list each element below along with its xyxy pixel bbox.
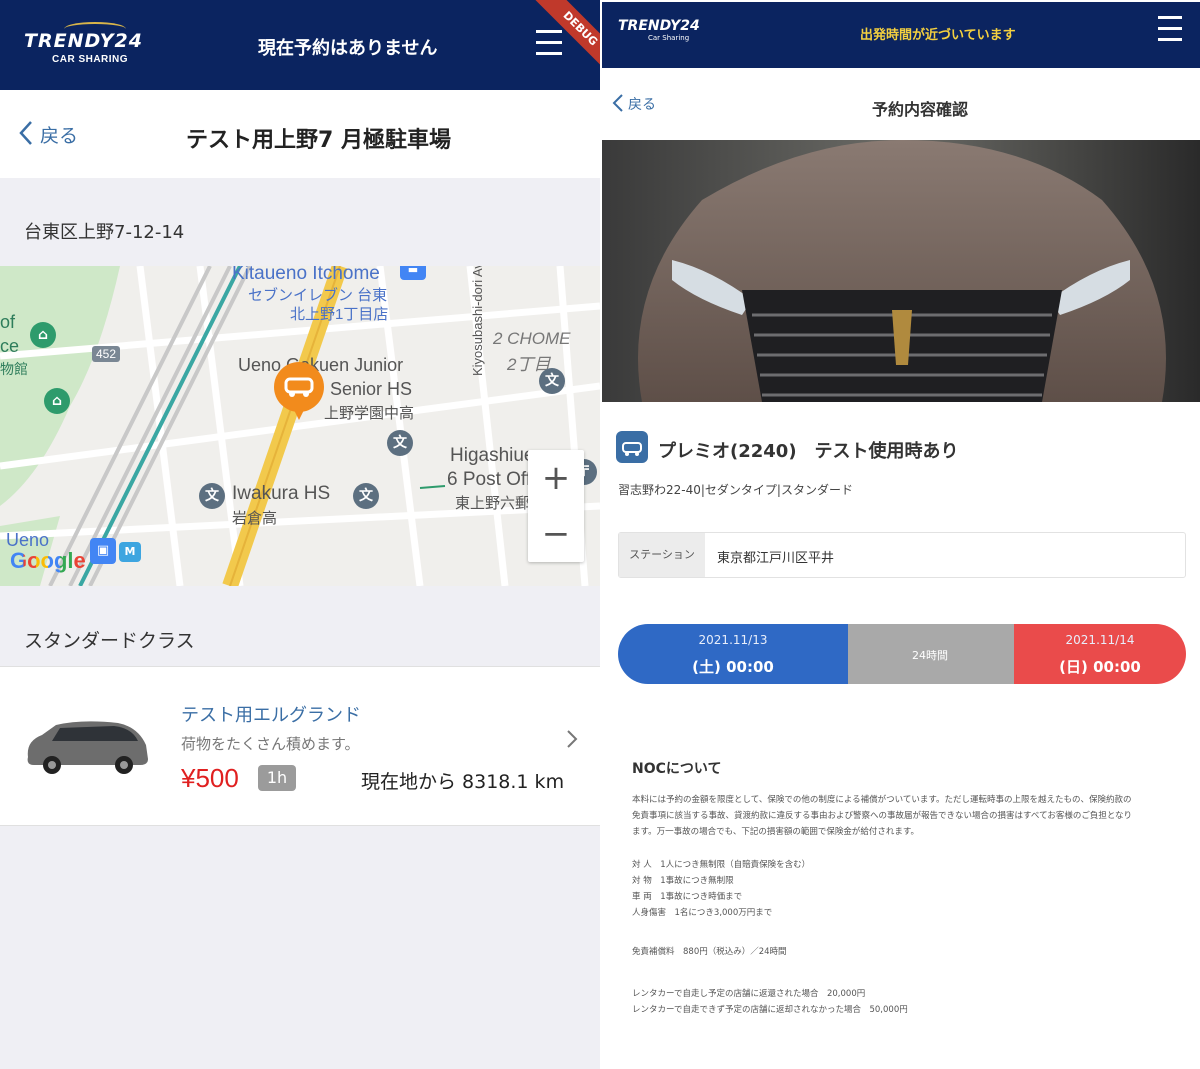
brand-sub: CAR SHARING [52,54,129,65]
map-label-seven: セブンイレブン 台東 [248,287,388,304]
map-label-kiyosubashi: Kiyosubashi-dori Ave [470,266,485,376]
noc-paragraph: ます。万一事故の場合でも、下記の損害額の範囲で保険金が給付されます。 [632,827,920,837]
car-list-item[interactable]: テスト用エルグランド 荷物をたくさん積めます。 ¥500 1h 現在地から 83… [0,666,600,826]
start-time-segment: 2021.11/13 (土) 00:00 [618,624,848,684]
map-label-seven2: 北上野1丁目店 [290,306,389,323]
map-label-school1c: 上野学園中高 [324,405,415,422]
brand-sub: Car Sharing [648,34,690,42]
station-label: ステーション [619,533,705,577]
end-date: 2021.11/14 [1065,633,1135,647]
car-thumbnail [27,721,149,774]
start-date: 2021.11/13 [698,633,768,647]
noc-fee: 免責補償料 880円（税込み）／24時間 [632,947,787,957]
duration-text: 24時間 [912,649,948,662]
school-icon[interactable]: 文 [539,368,565,394]
back-label: 戻る [40,125,79,147]
app-header: TRENDY24 Car Sharing 出発時間が近づいています [602,2,1200,68]
end-time: (日) 00:00 [1059,658,1141,676]
map-view[interactable]: Kitaueno Itchome ▬ セブンイレブン 台東 北上野1丁目店 of… [0,266,600,586]
chevron-right-icon [567,730,578,748]
end-time-segment: 2021.11/14 (日) 00:00 [1014,624,1186,684]
price-unit-badge: 1h [258,765,296,791]
school-icon[interactable]: 文 [353,483,379,509]
map-label-left-ce: ce [0,336,20,356]
zoom-out-button[interactable]: − [528,506,584,562]
car-price: ¥500 [181,763,239,793]
brand-name: TRENDY24 [618,18,700,34]
composite-screenshots: TRENDY24 CAR SHARING 現在予約はありません DEBUG 戻る… [0,0,1200,1069]
hamburger-menu-icon[interactable] [536,30,562,60]
metro-icon[interactable]: M [119,542,141,562]
school-icon[interactable]: 文 [199,483,225,509]
back-label: 戻る [628,97,656,113]
map-label-chome: 2 CHOME [493,329,571,348]
map-label-left-kan: 物館 [0,361,28,377]
start-time: (土) 00:00 [692,658,774,676]
vehicle-details: 習志野わ22-40|セダンタイプ|スタンダード [618,483,853,497]
station-field: ステーション 東京都江戸川区平井 [618,532,1186,578]
departure-notice: 出発時間が近づいています [860,28,1016,43]
bus-stop-icon[interactable]: ▬ [400,266,426,280]
noc-coverage-item: 人身傷害 1名につき3,000万円まで [632,908,773,918]
train-station-icon[interactable]: ▣ [90,538,116,564]
noc-heading: NOCについて [632,761,722,777]
google-logo: Google [10,548,86,573]
chevron-left-icon [19,121,32,145]
app-header: TRENDY24 CAR SHARING 現在予約はありません DEBUG [0,0,600,90]
map-label-iwakura: Iwakura HS [232,483,331,504]
hamburger-menu-icon[interactable] [1158,16,1182,46]
noc-fee: レンタカーで自走できず予定の店舗に返却されなかった場合 50,000円 [632,1005,908,1015]
car-description: 荷物をたくさん積めます。 [181,735,360,753]
duration-segment: 24時間 [842,624,1018,684]
back-button[interactable]: 戻る [18,120,78,148]
noc-paragraph: 免責事項に該当する事故、貸渡約款に違反する事由および警察への事故届が報告できない… [632,811,1133,821]
route-shield: 452 [92,346,121,362]
car-icon [284,377,314,397]
map-label-kitaueno: Kitaueno Itchome [232,266,380,284]
brand-logo[interactable]: TRENDY24 Car Sharing [618,18,700,42]
vehicle-photo-art [602,140,1200,402]
brand-name: TRENDY24 [24,30,143,52]
nav-bar: 戻る テスト用上野7 月極駐車場 [0,90,600,178]
school-icon[interactable]: 文 [387,430,413,456]
map-label-iwakura-jp: 岩倉高 [232,510,278,527]
car-icon [616,431,648,463]
museum-icon[interactable]: ⌂ [44,388,70,414]
map-zoom-controls: + − [528,450,584,562]
page-title: テスト用上野7 月極駐車場 [186,128,451,153]
reservation-confirm-screen: TRENDY24 Car Sharing 出発時間が近づいています 戻る 予約内… [602,0,1200,1069]
map-label-left-of: of [0,312,16,332]
vehicle-photo [602,140,1200,402]
reservation-status: 現在予約はありません [258,38,438,59]
zoom-in-button[interactable]: + [528,450,584,506]
reservation-time-bar: 24時間 2021.11/13 (土) 00:00 2021.11/14 (日)… [618,624,1186,684]
noc-coverage-item: 車 両 1事故につき時価まで [632,892,743,902]
noc-coverage-item: 対 物 1事故につき無制限 [632,876,734,886]
class-heading: スタンダードクラス [24,630,195,652]
chevron-left-icon [612,94,623,112]
back-button[interactable]: 戻る [612,94,656,114]
parking-location-pin[interactable] [274,362,324,420]
map-label-school1b: Senior HS [330,379,413,399]
car-distance: 現在地から 8318.1 km [361,771,565,793]
station-value: 東京都江戸川区平井 [717,551,835,566]
parking-detail-screen: TRENDY24 CAR SHARING 現在予約はありません DEBUG 戻る… [0,0,600,1069]
noc-paragraph: 本料には予約の金額を限度として、保険での他の制度による補償がついています。ただし… [632,795,1132,805]
page-title: 予約内容確認 [872,100,969,119]
car-name: テスト用エルグランド [181,705,361,726]
noc-fee: レンタカーで自走し予定の店舗に返還された場合 20,000円 [632,989,866,999]
vehicle-name: プレミオ(2240) テスト使用時あり [658,441,959,462]
museum-icon[interactable]: ⌂ [30,322,56,348]
noc-coverage-item: 対 人 1人につき無制限（自賠責保険を含む） [632,860,811,870]
parking-address: 台東区上野7-12-14 [24,222,185,243]
brand-logo[interactable]: TRENDY24 CAR SHARING [24,30,143,65]
